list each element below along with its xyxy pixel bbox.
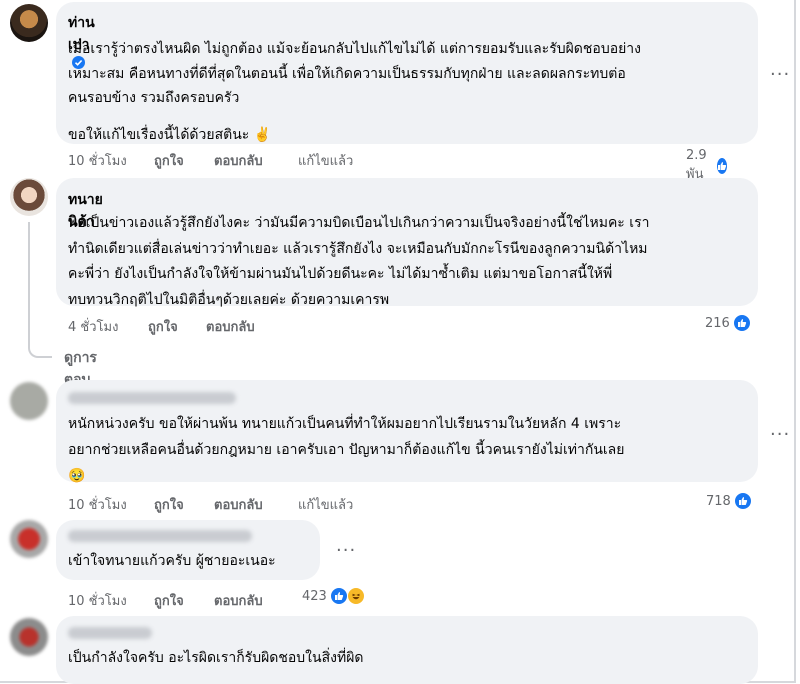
comment-text: เมื่อเรารู้ว่าตรงไหนผิด ไม่ถูกต้อง แม้จะ… <box>68 37 758 147</box>
comment-text: เป็นกำลังใจครับ อะไรผิดเราก็รับผิดชอบในส… <box>68 650 364 666</box>
edited-label[interactable]: แก้ไขแล้ว <box>298 150 353 171</box>
avatar[interactable] <box>10 382 48 420</box>
more-options-icon[interactable]: ··· <box>336 540 356 561</box>
more-options-icon[interactable]: ··· <box>770 424 790 445</box>
comment-line: เหมาะสม คือหนทางที่ดีที่สุดในตอนนี้ เพื่… <box>68 65 626 82</box>
reply-button[interactable]: ตอบกลับ <box>214 590 263 611</box>
reaction-count: 216 <box>705 315 730 331</box>
reaction-summary[interactable]: 216 <box>705 314 751 332</box>
pleading-face-emoji: 🥹 <box>68 468 86 484</box>
comment-line: ทบทวนวิกฤติไปในมิติอื่นๆด้วยเลยค่ะ ด้วยค… <box>68 291 390 308</box>
haha-reaction-icon <box>346 587 365 605</box>
reply-button[interactable]: ตอบกลับ <box>214 150 263 171</box>
blurred-author-name <box>68 627 152 639</box>
edited-label[interactable]: แก้ไขแล้ว <box>298 494 353 515</box>
like-button[interactable]: ถูกใจ <box>154 150 184 171</box>
avatar[interactable] <box>10 520 48 558</box>
comment-line: ขอให้แก้ไขเรื่องนี้ได้ด้วยสตินะ ✌️ <box>68 126 272 143</box>
comment-line: คะพี่ว่า ยังไงเป็นกำลังใจให้ข้ามผ่านมันไ… <box>68 266 613 282</box>
comment-line: พอเป็นข่าวเองแล้วรู้สึกยังไงคะ ว่ามันมีค… <box>68 215 650 231</box>
comment-text: เข้าใจทนายแก้วครับ ผู้ชายอะเนอะ <box>68 553 276 569</box>
reaction-summary[interactable]: 718 <box>706 492 752 510</box>
thread-connector <box>28 222 52 358</box>
comment-line: คนรอบข้าง รวมถึงครอบครัว <box>68 90 240 106</box>
like-reaction-icon <box>715 157 728 175</box>
like-button[interactable]: ถูกใจ <box>148 316 178 337</box>
blurred-author-name <box>68 530 252 542</box>
comments-panel: ท่านเปา เมื่อเรารู้ว่าตรงไหนผิด ไม่ถูกต้… <box>0 0 796 684</box>
like-reaction-icon <box>732 314 751 332</box>
comment-time[interactable]: 4 ชั่วโมง <box>68 316 118 337</box>
avatar[interactable] <box>10 4 48 42</box>
blurred-author-name <box>68 392 236 404</box>
like-button[interactable]: ถูกใจ <box>154 590 184 611</box>
reply-button[interactable]: ตอบกลับ <box>214 494 263 515</box>
like-button[interactable]: ถูกใจ <box>154 494 184 515</box>
comment-text: พอเป็นข่าวเองแล้วรู้สึกยังไงคะ ว่ามันมีค… <box>68 211 758 313</box>
reaction-count: 718 <box>706 493 731 509</box>
reaction-count: 423 <box>302 588 327 604</box>
like-reaction-icon <box>329 587 348 605</box>
reaction-summary[interactable]: 423 <box>302 587 365 605</box>
comment-time[interactable]: 10 ชั่วโมง <box>68 590 127 611</box>
comment-time[interactable]: 10 ชั่วโมง <box>68 494 127 515</box>
comment-line: เมื่อเรารู้ว่าตรงไหนผิด ไม่ถูกต้อง แม้จะ… <box>68 41 642 57</box>
reply-button[interactable]: ตอบกลับ <box>206 316 255 337</box>
comment-time[interactable]: 10 ชั่วโมง <box>68 150 127 171</box>
more-options-icon[interactable]: ··· <box>770 64 790 85</box>
avatar[interactable] <box>10 618 48 656</box>
comment-line: อยากช่วยเหลือคนอื่นด้วยกฎหมาย เอาครับเอา… <box>68 442 625 458</box>
comment-line: ทำนิดเดียวแต่สื่อเล่นข่าวว่าทำเยอะ แล้วเ… <box>68 240 648 257</box>
comment-text: หนักหน่วงครับ ขอให้ผ่านพ้น ทนายแก้วเป็นค… <box>68 411 758 489</box>
avatar[interactable] <box>10 178 48 216</box>
like-reaction-icon <box>733 492 752 510</box>
comment-line: หนักหน่วงครับ ขอให้ผ่านพ้น ทนายแก้วเป็นค… <box>68 416 622 432</box>
